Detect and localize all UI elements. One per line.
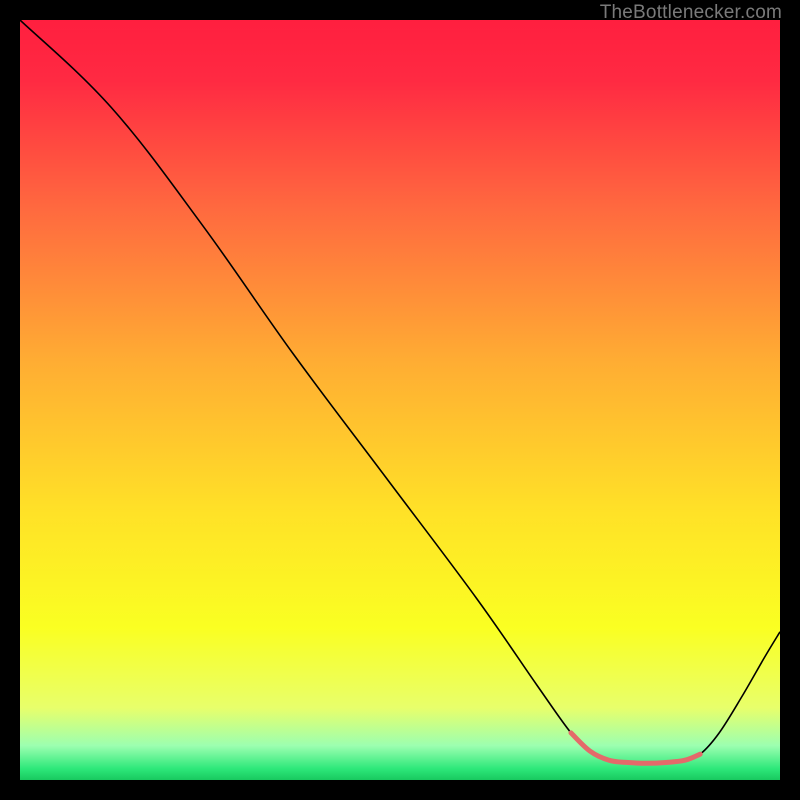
chart-frame: TheBottlenecker.com <box>0 0 800 800</box>
bottleneck-chart <box>20 20 780 780</box>
